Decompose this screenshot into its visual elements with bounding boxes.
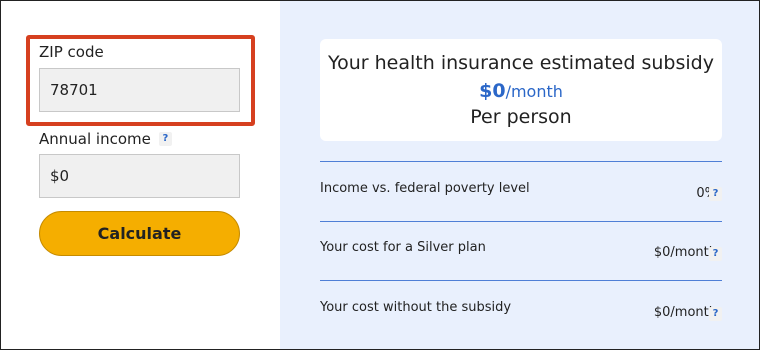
input-panel: ZIP code Annual income ? Calculate (1, 1, 280, 349)
poverty-level-help-icon[interactable]: ? (709, 187, 722, 201)
annual-income-label-row: Annual income ? (39, 130, 172, 148)
poverty-level-label: Income vs. federal poverty level (320, 181, 530, 196)
annual-income-label: Annual income (39, 130, 151, 148)
calculate-button[interactable]: Calculate (39, 211, 240, 256)
summary-title: Your health insurance estimated subsidy (328, 52, 714, 74)
zip-code-label: ZIP code (39, 43, 104, 61)
subsidy-amount-unit: /month (505, 82, 563, 101)
results-divider (320, 161, 722, 162)
subsidy-amount: $0/month (320, 80, 722, 102)
cost-without-subsidy-help-icon[interactable]: ? (709, 307, 722, 321)
cost-without-subsidy-label: Your cost without the subsidy (320, 300, 512, 315)
results-panel: Your health insurance estimated subsidy … (280, 1, 759, 349)
subsidy-amount-value: $0 (479, 80, 506, 102)
results-divider (320, 280, 722, 281)
summary-subtitle: Per person (470, 106, 572, 128)
silver-plan-cost-value: $0/month (653, 245, 717, 260)
subsidy-summary-card: Your health insurance estimated subsidy … (320, 39, 722, 141)
silver-plan-help-icon[interactable]: ? (709, 247, 722, 261)
cost-without-subsidy-value: $0/month (653, 305, 717, 320)
income-help-icon[interactable]: ? (158, 132, 172, 146)
zip-code-input[interactable] (39, 68, 240, 112)
annual-income-input[interactable] (39, 154, 240, 198)
subsidy-calculator: ZIP code Annual income ? Calculate Your … (0, 0, 760, 350)
silver-plan-cost-label: Your cost for a Silver plan (320, 240, 486, 255)
results-divider (320, 221, 722, 222)
